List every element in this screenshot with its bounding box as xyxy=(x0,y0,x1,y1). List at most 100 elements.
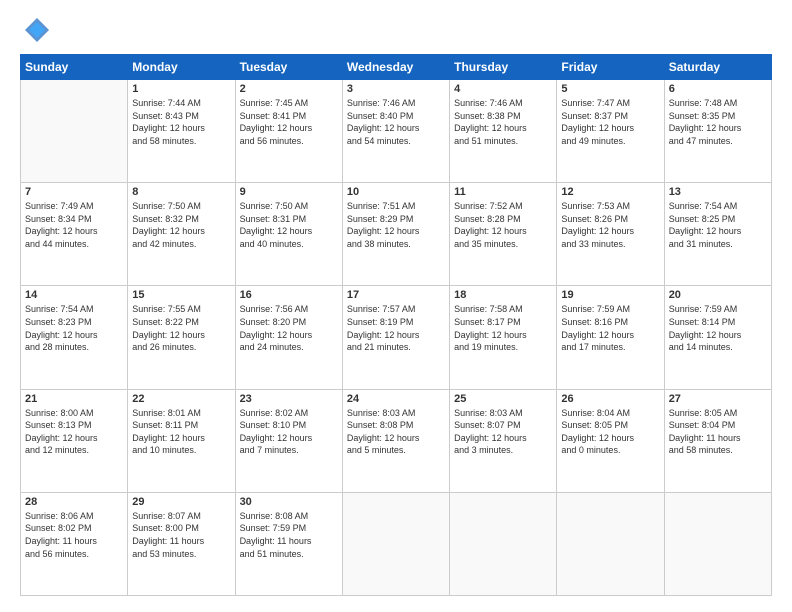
calendar-cell: 18Sunrise: 7:58 AM Sunset: 8:17 PM Dayli… xyxy=(450,286,557,389)
day-info: Sunrise: 7:48 AM Sunset: 8:35 PM Dayligh… xyxy=(669,97,767,147)
calendar-cell xyxy=(21,80,128,183)
day-info: Sunrise: 7:59 AM Sunset: 8:14 PM Dayligh… xyxy=(669,303,767,353)
day-info: Sunrise: 7:45 AM Sunset: 8:41 PM Dayligh… xyxy=(240,97,338,147)
calendar-week-row: 1 Sunrise: 7:44 AM Sunset: 8:43 PM Daylig… xyxy=(21,80,772,183)
day-number: 27 xyxy=(669,393,767,405)
calendar-cell xyxy=(664,492,771,595)
calendar-cell: 1 Sunrise: 7:44 AM Sunset: 8:43 PM Daylig… xyxy=(128,80,235,183)
day-info: Sunrise: 7:54 AM Sunset: 8:23 PM Dayligh… xyxy=(25,303,123,353)
calendar-cell: 4 Sunrise: 7:46 AM Sunset: 8:38 PM Daylig… xyxy=(450,80,557,183)
calendar-week-row: 14 Sunrise: 7:54 AM Sunset: 8:23 PM Dayli… xyxy=(21,286,772,389)
calendar-cell: 15 Sunrise: 7:55 AM Sunset: 8:22 PM Dayli… xyxy=(128,286,235,389)
calendar-cell xyxy=(557,492,664,595)
day-number: 28 xyxy=(25,496,123,508)
logo xyxy=(20,16,51,44)
header-day: Tuesday xyxy=(235,55,342,80)
day-number: 20 xyxy=(669,289,767,301)
day-number: 2 xyxy=(240,83,338,95)
calendar-table: SundayMondayTuesdayWednesdayThursdayFrid… xyxy=(20,54,772,596)
day-number: 21 xyxy=(25,393,123,405)
day-info: Sunrise: 7:51 AM Sunset: 8:29 PM Dayligh… xyxy=(347,200,445,250)
header-day: Sunday xyxy=(21,55,128,80)
day-info: Sunrise: 8:00 AM Sunset: 8:13 PM Dayligh… xyxy=(25,407,123,457)
calendar-cell: 24Sunrise: 8:03 AM Sunset: 8:08 PM Dayli… xyxy=(342,389,449,492)
day-info: Sunrise: 8:02 AM Sunset: 8:10 PM Dayligh… xyxy=(240,407,338,457)
day-number: 22 xyxy=(132,393,230,405)
calendar-week-row: 28 Sunrise: 8:06 AM Sunset: 8:02 PM Dayli… xyxy=(21,492,772,595)
day-number: 4 xyxy=(454,83,552,95)
day-number: 10 xyxy=(347,186,445,198)
calendar-cell: 17 Sunrise: 7:57 AM Sunset: 8:19 PM Dayli… xyxy=(342,286,449,389)
day-number: 13 xyxy=(669,186,767,198)
day-info: Sunrise: 7:59 AM Sunset: 8:16 PM Dayligh… xyxy=(561,303,659,353)
day-info: Sunrise: 7:54 AM Sunset: 8:25 PM Dayligh… xyxy=(669,200,767,250)
header xyxy=(20,16,772,44)
calendar-cell: 16Sunrise: 7:56 AM Sunset: 8:20 PM Dayli… xyxy=(235,286,342,389)
day-info: Sunrise: 7:50 AM Sunset: 8:32 PM Dayligh… xyxy=(132,200,230,250)
day-info: Sunrise: 7:55 AM Sunset: 8:22 PM Dayligh… xyxy=(132,303,230,353)
calendar-cell: 23Sunrise: 8:02 AM Sunset: 8:10 PM Dayli… xyxy=(235,389,342,492)
day-number: 3 xyxy=(347,83,445,95)
day-info: Sunrise: 8:03 AM Sunset: 8:08 PM Dayligh… xyxy=(347,407,445,457)
day-info: Sunrise: 7:58 AM Sunset: 8:17 PM Dayligh… xyxy=(454,303,552,353)
calendar-cell: 29 Sunrise: 8:07 AM Sunset: 8:00 PM Dayli… xyxy=(128,492,235,595)
calendar-cell: 21 Sunrise: 8:00 AM Sunset: 8:13 PM Dayli… xyxy=(21,389,128,492)
day-info: Sunrise: 7:44 AM Sunset: 8:43 PM Dayligh… xyxy=(132,97,230,147)
day-number: 30 xyxy=(240,496,338,508)
day-info: Sunrise: 8:04 AM Sunset: 8:05 PM Dayligh… xyxy=(561,407,659,457)
day-info: Sunrise: 8:07 AM Sunset: 8:00 PM Dayligh… xyxy=(132,510,230,560)
calendar-cell: 5 Sunrise: 7:47 AM Sunset: 8:37 PM Daylig… xyxy=(557,80,664,183)
calendar-cell xyxy=(342,492,449,595)
day-number: 17 xyxy=(347,289,445,301)
calendar-cell: 14 Sunrise: 7:54 AM Sunset: 8:23 PM Dayli… xyxy=(21,286,128,389)
calendar-cell: 10 Sunrise: 7:51 AM Sunset: 8:29 PM Dayli… xyxy=(342,183,449,286)
calendar-cell: 22 Sunrise: 8:01 AM Sunset: 8:11 PM Dayli… xyxy=(128,389,235,492)
day-info: Sunrise: 8:06 AM Sunset: 8:02 PM Dayligh… xyxy=(25,510,123,560)
calendar-cell: 30 Sunrise: 8:08 AM Sunset: 7:59 PM Dayli… xyxy=(235,492,342,595)
day-info: Sunrise: 7:49 AM Sunset: 8:34 PM Dayligh… xyxy=(25,200,123,250)
header-day: Wednesday xyxy=(342,55,449,80)
calendar-cell: 20 Sunrise: 7:59 AM Sunset: 8:14 PM Dayli… xyxy=(664,286,771,389)
day-info: Sunrise: 7:56 AM Sunset: 8:20 PM Dayligh… xyxy=(240,303,338,353)
day-info: Sunrise: 8:08 AM Sunset: 7:59 PM Dayligh… xyxy=(240,510,338,560)
header-day: Friday xyxy=(557,55,664,80)
day-number: 6 xyxy=(669,83,767,95)
calendar-cell: 13 Sunrise: 7:54 AM Sunset: 8:25 PM Dayli… xyxy=(664,183,771,286)
day-number: 25 xyxy=(454,393,552,405)
day-info: Sunrise: 7:46 AM Sunset: 8:38 PM Dayligh… xyxy=(454,97,552,147)
calendar-cell: 2 Sunrise: 7:45 AM Sunset: 8:41 PM Daylig… xyxy=(235,80,342,183)
day-number: 12 xyxy=(561,186,659,198)
calendar-cell: 3 Sunrise: 7:46 AM Sunset: 8:40 PM Daylig… xyxy=(342,80,449,183)
day-number: 8 xyxy=(132,186,230,198)
calendar-week-row: 21 Sunrise: 8:00 AM Sunset: 8:13 PM Dayli… xyxy=(21,389,772,492)
calendar-cell: 7 Sunrise: 7:49 AM Sunset: 8:34 PM Daylig… xyxy=(21,183,128,286)
calendar-week-row: 7 Sunrise: 7:49 AM Sunset: 8:34 PM Daylig… xyxy=(21,183,772,286)
day-info: Sunrise: 8:01 AM Sunset: 8:11 PM Dayligh… xyxy=(132,407,230,457)
calendar-cell: 12 Sunrise: 7:53 AM Sunset: 8:26 PM Dayli… xyxy=(557,183,664,286)
calendar-cell: 6 Sunrise: 7:48 AM Sunset: 8:35 PM Daylig… xyxy=(664,80,771,183)
day-number: 29 xyxy=(132,496,230,508)
day-number: 15 xyxy=(132,289,230,301)
day-number: 9 xyxy=(240,186,338,198)
day-info: Sunrise: 7:52 AM Sunset: 8:28 PM Dayligh… xyxy=(454,200,552,250)
calendar-cell: 19 Sunrise: 7:59 AM Sunset: 8:16 PM Dayli… xyxy=(557,286,664,389)
day-info: Sunrise: 7:53 AM Sunset: 8:26 PM Dayligh… xyxy=(561,200,659,250)
day-number: 1 xyxy=(132,83,230,95)
day-number: 19 xyxy=(561,289,659,301)
day-info: Sunrise: 7:50 AM Sunset: 8:31 PM Dayligh… xyxy=(240,200,338,250)
header-day: Saturday xyxy=(664,55,771,80)
day-number: 14 xyxy=(25,289,123,301)
calendar-page: SundayMondayTuesdayWednesdayThursdayFrid… xyxy=(0,0,792,612)
day-number: 7 xyxy=(25,186,123,198)
day-info: Sunrise: 8:05 AM Sunset: 8:04 PM Dayligh… xyxy=(669,407,767,457)
day-number: 11 xyxy=(454,186,552,198)
calendar-cell: 8 Sunrise: 7:50 AM Sunset: 8:32 PM Daylig… xyxy=(128,183,235,286)
day-info: Sunrise: 7:46 AM Sunset: 8:40 PM Dayligh… xyxy=(347,97,445,147)
day-number: 5 xyxy=(561,83,659,95)
logo-icon xyxy=(23,16,51,44)
calendar-cell: 28 Sunrise: 8:06 AM Sunset: 8:02 PM Dayli… xyxy=(21,492,128,595)
day-info: Sunrise: 7:47 AM Sunset: 8:37 PM Dayligh… xyxy=(561,97,659,147)
day-number: 26 xyxy=(561,393,659,405)
calendar-cell: 11 Sunrise: 7:52 AM Sunset: 8:28 PM Dayli… xyxy=(450,183,557,286)
day-info: Sunrise: 7:57 AM Sunset: 8:19 PM Dayligh… xyxy=(347,303,445,353)
